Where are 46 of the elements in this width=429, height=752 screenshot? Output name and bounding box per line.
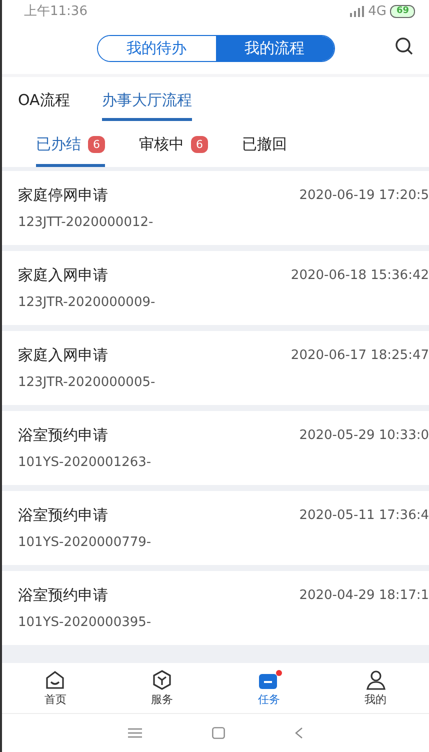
back-icon[interactable] bbox=[295, 727, 303, 739]
process-code: 101YS-2020001263- bbox=[18, 455, 152, 470]
signal-icon bbox=[350, 6, 364, 16]
process-title: 浴室预约申请 bbox=[18, 506, 108, 525]
battery-icon: 69 bbox=[390, 4, 415, 18]
process-card[interactable]: 浴室预约申请 2020-05-29 10:33:0 101YS-2020001263- bbox=[2, 411, 429, 485]
process-time: 2020-04-29 18:17:1 bbox=[299, 588, 429, 603]
process-card[interactable]: 家庭入网申请 2020-06-17 18:25:47 123JTR-2020000005- bbox=[2, 331, 429, 405]
process-card[interactable]: 浴室预约申请 2020-05-11 17:36:4 101YS-2020000779- bbox=[2, 491, 429, 565]
process-title: 浴室预约申请 bbox=[18, 586, 108, 605]
process-card[interactable]: 家庭停网申请 2020-06-19 17:20:5 123JTT-2020000012- bbox=[2, 171, 429, 245]
status-tab[interactable]: 审核中 bbox=[139, 135, 184, 154]
cube-icon bbox=[152, 670, 172, 690]
status-tab[interactable]: 已撤回 bbox=[242, 135, 287, 154]
count-badge: 6 bbox=[191, 136, 208, 153]
nav-tab[interactable]: 任务 bbox=[228, 670, 309, 706]
process-title: 家庭入网申请 bbox=[18, 346, 108, 365]
process-code: 123JTR-2020000005- bbox=[18, 375, 156, 390]
process-time: 2020-06-17 18:25:47 bbox=[290, 348, 429, 363]
process-card[interactable]: 家庭入网申请 2020-06-18 15:36:42 123JTR-2020000009- bbox=[2, 251, 429, 325]
nav-tab[interactable]: 服务 bbox=[122, 670, 202, 706]
user-icon bbox=[366, 670, 386, 690]
menu-icon[interactable] bbox=[128, 728, 142, 738]
process-code: 123JTT-2020000012- bbox=[18, 215, 154, 230]
process-code: 123JTR-2020000009- bbox=[18, 295, 156, 310]
process-title: 浴室预约申请 bbox=[18, 426, 108, 445]
process-time: 2020-06-18 15:36:42 bbox=[290, 268, 429, 283]
home-icon[interactable] bbox=[212, 727, 225, 739]
process-title: 家庭停网申请 bbox=[18, 186, 108, 205]
process-time: 2020-05-11 17:36:4 bbox=[299, 508, 429, 523]
process-code: 101YS-2020000779- bbox=[18, 535, 152, 550]
process-card[interactable]: 浴室预约申请 2020-04-29 18:17:1 101YS-2020000395- bbox=[2, 571, 429, 645]
network-type: 4G bbox=[368, 4, 386, 18]
status-time: 上午11:36 bbox=[24, 3, 88, 20]
search-icon[interactable] bbox=[395, 37, 413, 55]
category-tab[interactable]: 办事大厅流程 bbox=[102, 85, 192, 121]
count-badge: 6 bbox=[88, 136, 105, 153]
status-tab[interactable]: 已办结 bbox=[36, 135, 81, 154]
process-code: 101YS-2020000395- bbox=[18, 615, 152, 630]
process-time: 2020-06-19 17:20:5 bbox=[299, 188, 429, 203]
nav-tab[interactable]: 首页 bbox=[15, 670, 96, 706]
process-time: 2020-05-29 10:33:0 bbox=[299, 428, 429, 443]
segment-tab[interactable]: 我的流程 bbox=[216, 36, 334, 60]
process-title: 家庭入网申请 bbox=[18, 266, 108, 285]
nav-tab[interactable]: 我的 bbox=[336, 670, 416, 706]
category-tab[interactable]: OA流程 bbox=[18, 85, 70, 121]
